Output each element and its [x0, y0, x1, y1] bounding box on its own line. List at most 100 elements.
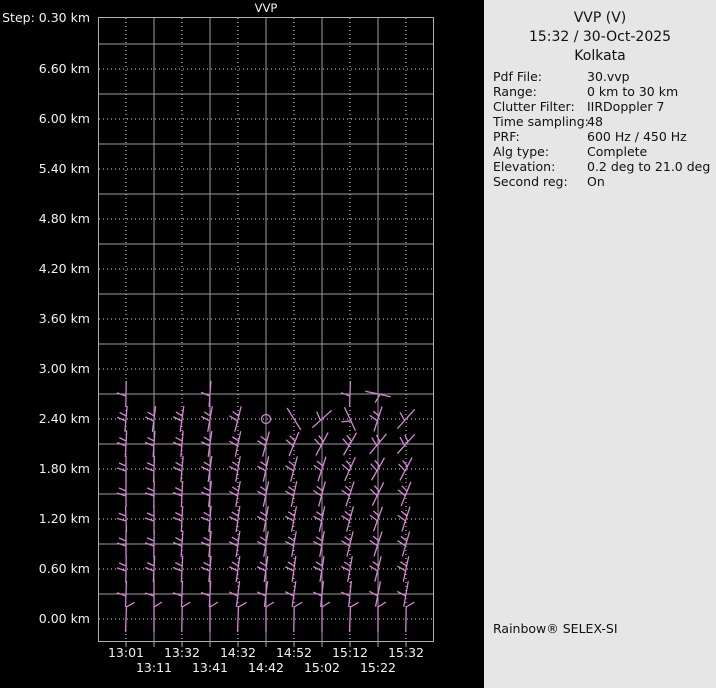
- info-field-range: Range: 0 km to 30 km: [484, 84, 716, 99]
- wind-barb-chart[interactable]: [98, 17, 434, 649]
- wind-barb: [369, 556, 382, 582]
- wind-barb: [257, 431, 270, 457]
- field-value: 0.2 deg to 21.0 deg: [587, 159, 711, 174]
- field-label: Clutter Filter:: [493, 99, 575, 114]
- wind-barb: [313, 481, 326, 507]
- field-label: Elevation:: [493, 159, 556, 174]
- wind-barb: [116, 555, 127, 583]
- wind-barb: [285, 431, 300, 457]
- wind-barb: [377, 601, 387, 632]
- y-axis-label: 1.20 km: [38, 511, 90, 526]
- wind-barb: [116, 405, 128, 433]
- step-size-label: Step: 0.30 km: [2, 10, 90, 25]
- plot-title: VVP: [254, 1, 278, 15]
- wind-barb: [257, 481, 270, 507]
- x-axis-label: 15:22: [359, 660, 397, 675]
- wind-barb: [341, 481, 355, 507]
- wind-barb: [369, 482, 385, 506]
- wind-barb: [285, 456, 298, 482]
- info-field-time-sampling: Time sampling: 48: [484, 114, 716, 129]
- wind-barb: [181, 601, 191, 633]
- y-axis-label: 5.40 km: [38, 161, 90, 176]
- wind-barb: [200, 555, 212, 583]
- field-label: Second reg:: [493, 174, 568, 189]
- panel-site: Kolkata: [574, 48, 626, 64]
- wind-barb: [285, 481, 298, 507]
- wind-barb: [313, 456, 327, 482]
- y-axis-label: 2.40 km: [38, 411, 90, 426]
- y-axis-label: 6.00 km: [38, 111, 90, 126]
- wind-barb: [311, 409, 333, 429]
- field-label: Alg type:: [493, 144, 550, 159]
- field-value: 30.vvp: [587, 69, 630, 84]
- info-field-elevation: Elevation: 0.2 deg to 21.0 deg: [484, 159, 716, 174]
- wind-barb: [285, 506, 298, 532]
- field-label: Range:: [493, 84, 537, 99]
- wind-barb: [116, 456, 127, 482]
- wind-barb: [341, 506, 354, 532]
- wind-barb: [370, 457, 386, 481]
- wind-barb: [172, 455, 184, 483]
- y-axis-label: 6.60 km: [38, 61, 90, 76]
- field-value: On: [587, 174, 605, 189]
- brand-label: Rainbow® SELEX-SI: [493, 621, 618, 636]
- panel-datetime: 15:32 / 30-Oct-2025: [528, 29, 672, 45]
- wind-barb: [228, 531, 241, 557]
- wind-barb: [397, 531, 411, 557]
- wind-barb: [209, 601, 219, 632]
- wind-barb: [144, 455, 156, 483]
- field-value: 0 km to 30 km: [587, 84, 679, 99]
- wind-barb: [153, 601, 163, 632]
- x-axis-label: 15:02: [303, 660, 341, 675]
- wind-barb: [348, 601, 359, 633]
- wind-barb: [341, 531, 354, 557]
- wind-barb: [398, 457, 413, 481]
- wind-barb: [397, 506, 411, 532]
- y-axis-label: 4.80 km: [38, 211, 90, 226]
- wind-barb: [369, 406, 383, 432]
- y-axis-label: 3.60 km: [38, 311, 90, 326]
- info-field-clutter-filter: Clutter Filter: IIRDoppler 7: [484, 99, 716, 114]
- wind-barb: [365, 390, 391, 403]
- x-axis-label: 13:41: [191, 660, 229, 675]
- wind-barb: [397, 481, 412, 507]
- wind-barb: [124, 601, 135, 633]
- field-value: 600 Hz / 450 Hz: [587, 129, 687, 144]
- field-value: 48: [587, 114, 603, 129]
- vvp-window: Step: 0.30 km VVP 6.60 km 6.00 km 5.40 km 4…: [0, 0, 716, 688]
- panel-header: VVP (V) 15:32 / 30-Oct-2025 Kolkata: [484, 0, 716, 66]
- wind-barb: [341, 456, 356, 482]
- info-field-alg-type: Alg type: Complete: [484, 144, 716, 159]
- wind-barb: [236, 601, 247, 633]
- wind-barb: [144, 506, 155, 532]
- y-axis-label: 4.20 km: [38, 261, 90, 276]
- wind-barb: [200, 505, 212, 533]
- field-label: PRF:: [493, 129, 520, 144]
- wind-barb: [285, 531, 297, 557]
- info-field-second-reg: Second reg: On: [484, 174, 716, 189]
- wind-barb: [313, 506, 326, 532]
- wind-barb: [369, 506, 384, 532]
- wind-barb: [396, 433, 416, 455]
- y-axis-label: 0.60 km: [38, 561, 90, 576]
- wind-barb: [229, 431, 242, 457]
- info-field-prf: PRF: 600 Hz / 450 Hz: [484, 129, 716, 144]
- field-label: Pdf File:: [493, 69, 542, 84]
- wind-barb: [397, 556, 410, 582]
- y-axis-label: 1.80 km: [38, 461, 90, 476]
- plot-region: Step: 0.30 km VVP 6.60 km 6.00 km 5.40 km 4…: [0, 0, 484, 688]
- wind-barb: [229, 406, 242, 432]
- field-label: Time sampling:: [493, 114, 589, 129]
- panel-title: VVP (V): [573, 10, 627, 26]
- wind-barb: [405, 601, 415, 633]
- wind-barb: [369, 433, 387, 455]
- wind-barb: [321, 601, 331, 632]
- x-axis-label: 14:42: [247, 660, 285, 675]
- wind-barb: [257, 456, 270, 482]
- field-value: IIRDoppler 7: [587, 99, 665, 114]
- y-axis-label: 0.00 km: [38, 611, 90, 626]
- wind-barb: [265, 601, 275, 632]
- x-axis-label: 13:11: [135, 660, 173, 675]
- wind-barb: [314, 432, 329, 456]
- wind-barb: [172, 406, 185, 432]
